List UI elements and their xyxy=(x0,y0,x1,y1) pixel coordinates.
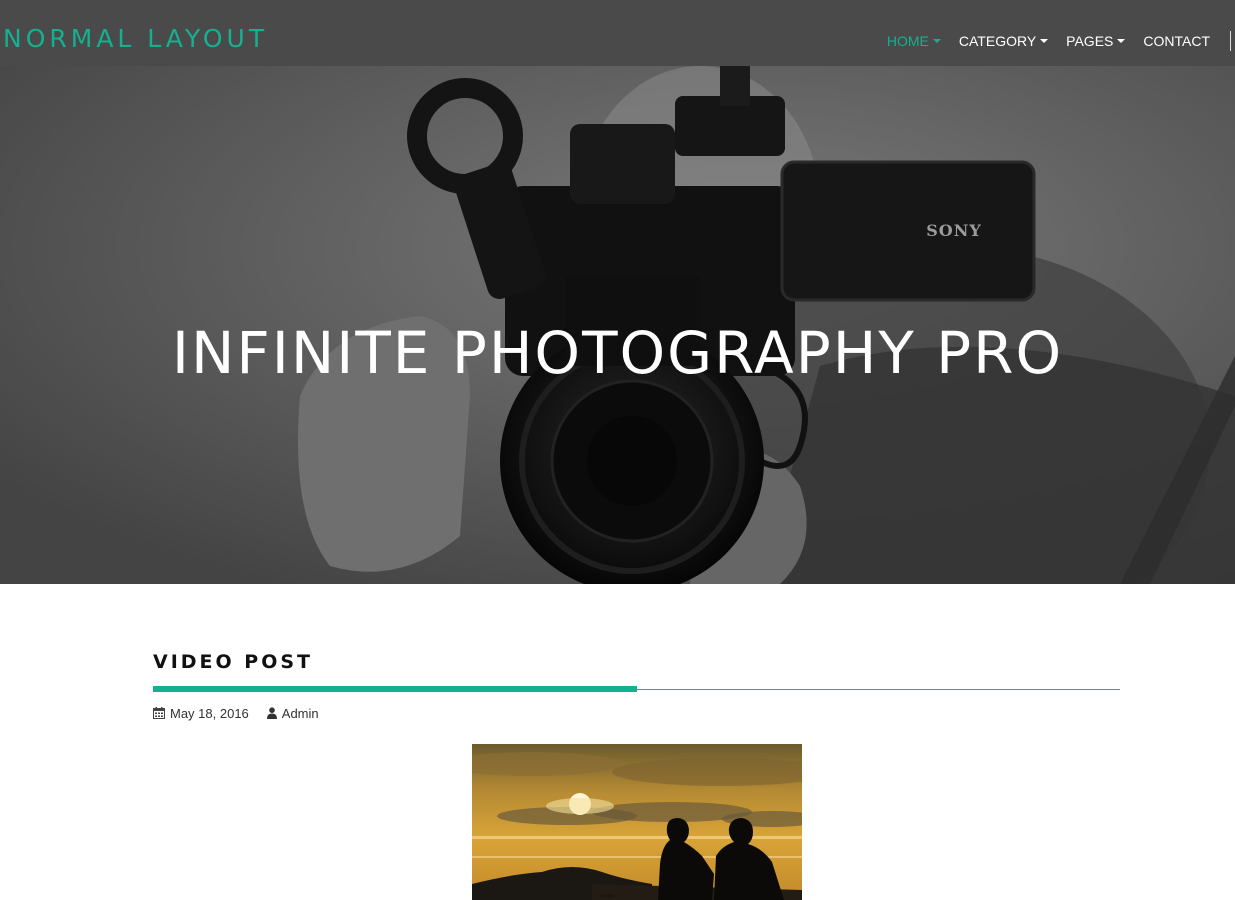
nav-item-category[interactable]: CATEGORY xyxy=(958,33,1049,49)
nav-item-label: HOME xyxy=(886,33,929,49)
post-date-link[interactable]: May 18, 2016 xyxy=(153,706,249,721)
nav-item-home[interactable]: HOME xyxy=(887,33,941,49)
nav-item-label: CONTACT xyxy=(1143,33,1210,49)
hero-banner: SONY INFINITE PHOTOGRAPHY PRO xyxy=(0,66,1235,584)
post-author: Admin xyxy=(281,705,319,721)
nav-item-label: PAGES xyxy=(1066,33,1114,49)
title-divider-thick xyxy=(153,686,637,692)
site-logo[interactable]: NORMAL LAYOUT xyxy=(3,24,268,54)
nav-divider xyxy=(1230,31,1231,51)
post-meta: May 18, 2016 Admin xyxy=(153,704,337,722)
nav-item-contact[interactable]: CONTACT xyxy=(1143,33,1210,49)
nav-item-label: CATEGORY xyxy=(958,33,1037,49)
post-date: May 18, 2016 xyxy=(170,705,249,721)
calendar-icon xyxy=(153,707,165,719)
hero-title: INFINITE PHOTOGRAPHY PRO xyxy=(171,319,1064,387)
caret-down-icon xyxy=(1040,39,1049,43)
caret-down-icon xyxy=(1117,39,1126,43)
post-title[interactable]: VIDEO POST xyxy=(153,650,313,674)
site-header: NORMAL LAYOUT HOME CATEGORY PAGES CONTAC… xyxy=(0,0,1235,66)
nav-item-pages[interactable]: PAGES xyxy=(1066,33,1126,49)
main-nav: HOME CATEGORY PAGES CONTACT xyxy=(869,30,1210,52)
caret-down-icon xyxy=(932,39,941,43)
sunset-couple-image xyxy=(472,744,802,900)
user-icon xyxy=(266,707,277,719)
camera-brand-label: SONY xyxy=(926,221,982,240)
featured-image[interactable] xyxy=(472,744,802,900)
post-author-link[interactable]: Admin xyxy=(266,705,319,721)
